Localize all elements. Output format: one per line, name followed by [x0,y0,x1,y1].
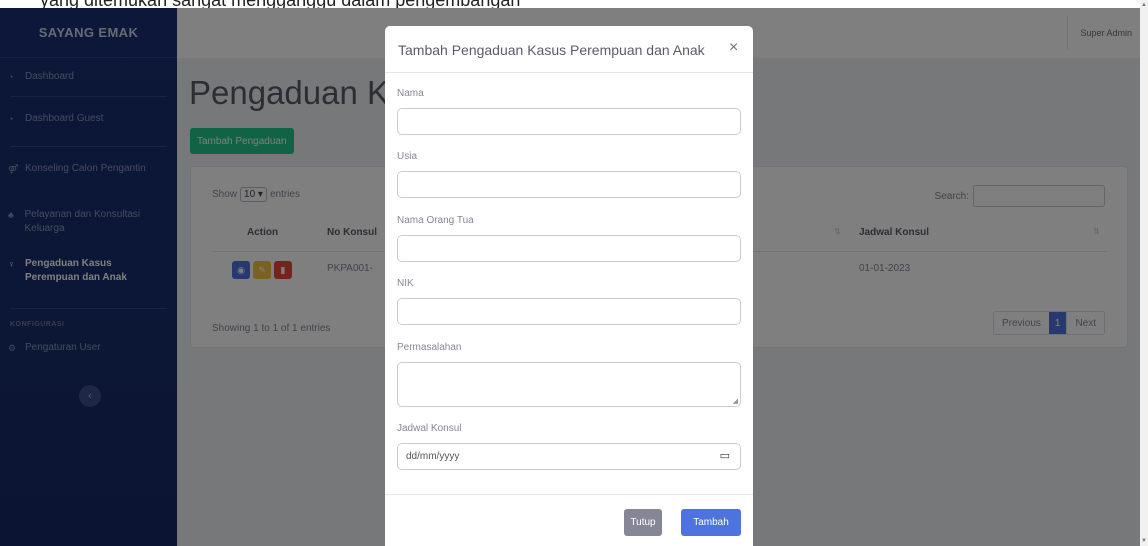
add-complaint-modal: Tambah Pengaduan Kasus Perempuan dan Ana… [385,26,753,546]
scrollbar[interactable]: ▲ ▼ [1140,0,1148,546]
permasalahan-textarea[interactable]: ◢ [397,362,741,407]
scroll-up-icon[interactable]: ▲ [1141,2,1147,8]
nama-orang-tua-input[interactable] [397,235,741,262]
close-button[interactable]: Tutup [624,509,662,536]
scroll-down-icon[interactable]: ▼ [1141,538,1147,544]
calendar-icon[interactable]: ▭ [720,449,730,462]
modal-title: Tambah Pengaduan Kasus Perempuan dan Ana… [398,42,705,58]
resize-handle-icon[interactable]: ◢ [733,397,738,405]
nama-label: Nama [397,88,424,99]
nama-input[interactable] [397,108,741,135]
usia-input[interactable] [397,171,741,198]
top-strip: yang ditemukan sangat mengganggu dalam p… [0,0,1148,10]
nik-label: NIK [397,278,414,289]
date-placeholder: dd/mm/yyyy [406,451,460,462]
jadwal-konsul-label: Jadwal Konsul [397,423,462,434]
modal-header: Tambah Pengaduan Kasus Perempuan dan Ana… [385,26,753,73]
permasalahan-label: Permasalahan [397,342,462,353]
submit-button[interactable]: Tambah [681,509,741,536]
close-icon[interactable]: × [729,39,738,57]
usia-label: Usia [397,151,418,162]
modal-footer-divider [385,494,753,495]
jadwal-konsul-date-input[interactable]: dd/mm/yyyy ▭ [397,443,741,470]
nik-input[interactable] [397,298,741,325]
nama-orang-tua-label: Nama Orang Tua [397,215,474,226]
